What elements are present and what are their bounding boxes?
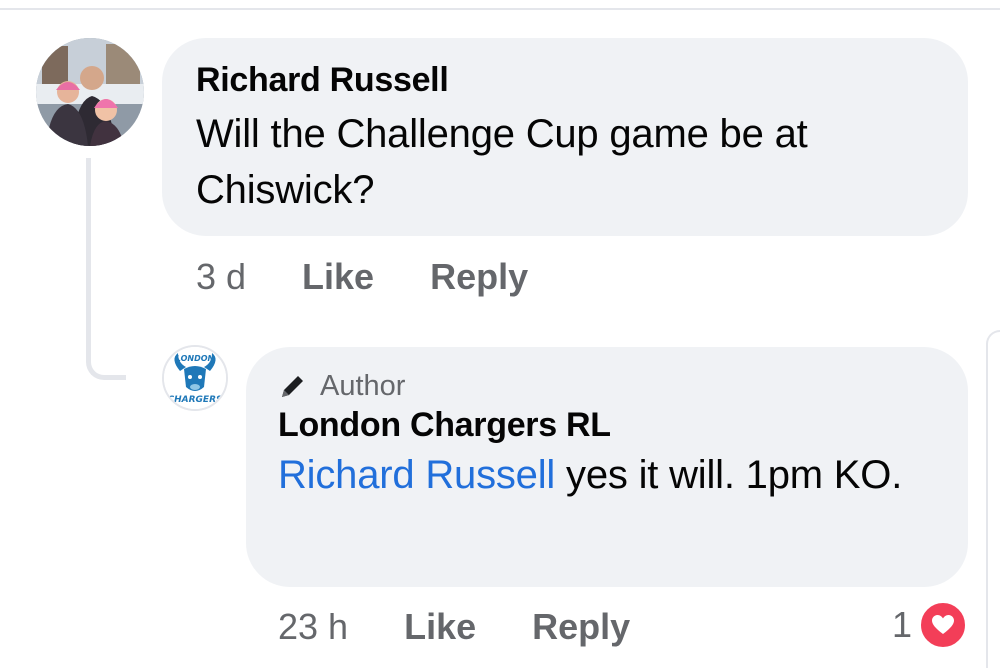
pencil-icon [282, 376, 303, 397]
heart-icon [918, 600, 968, 650]
reaction-summary[interactable]: 1 [892, 600, 968, 650]
chargers-logo-icon: LONDON CHARGERS [164, 347, 226, 409]
reply-author[interactable]: London Chargers RL [278, 405, 936, 445]
comment-timestamp[interactable]: 3 d [196, 256, 246, 298]
comment-bubble: Richard Russell Will the Challenge Cup g… [162, 38, 968, 236]
adjacent-panel-edge [986, 330, 1000, 668]
reply-bubble: Author London Chargers RL Richard Russel… [246, 347, 968, 587]
reply-timestamp[interactable]: 23 h [278, 606, 348, 648]
divider [0, 8, 1000, 10]
logo-text-bottom: CHARGERS [168, 395, 223, 405]
reply-text: Richard Russell yes it will. 1pm KO. [278, 447, 918, 503]
author-badge: Author [278, 367, 936, 405]
reply-button[interactable]: Reply [532, 606, 630, 648]
reply-body: yes it will. 1pm KO. [555, 453, 903, 497]
mention-link[interactable]: Richard Russell [278, 453, 555, 497]
comment-thread: Richard Russell Will the Challenge Cup g… [0, 0, 1000, 668]
logo-text-top: LONDON [176, 354, 215, 363]
comment-actions: 3 d Like Reply [196, 256, 584, 298]
author-badge-label: Author [320, 369, 406, 402]
avatar[interactable] [36, 38, 144, 146]
reply-actions: 23 h Like Reply [278, 606, 686, 648]
like-button[interactable]: Like [404, 606, 476, 648]
reply-button[interactable]: Reply [430, 256, 528, 298]
thread-connector [86, 158, 126, 380]
like-button[interactable]: Like [302, 256, 374, 298]
comment-text: Will the Challenge Cup game be at Chiswi… [196, 112, 808, 212]
reaction-count: 1 [891, 604, 912, 645]
page-avatar[interactable]: LONDON CHARGERS [162, 345, 228, 411]
comment-author[interactable]: Richard Russell [196, 60, 934, 100]
